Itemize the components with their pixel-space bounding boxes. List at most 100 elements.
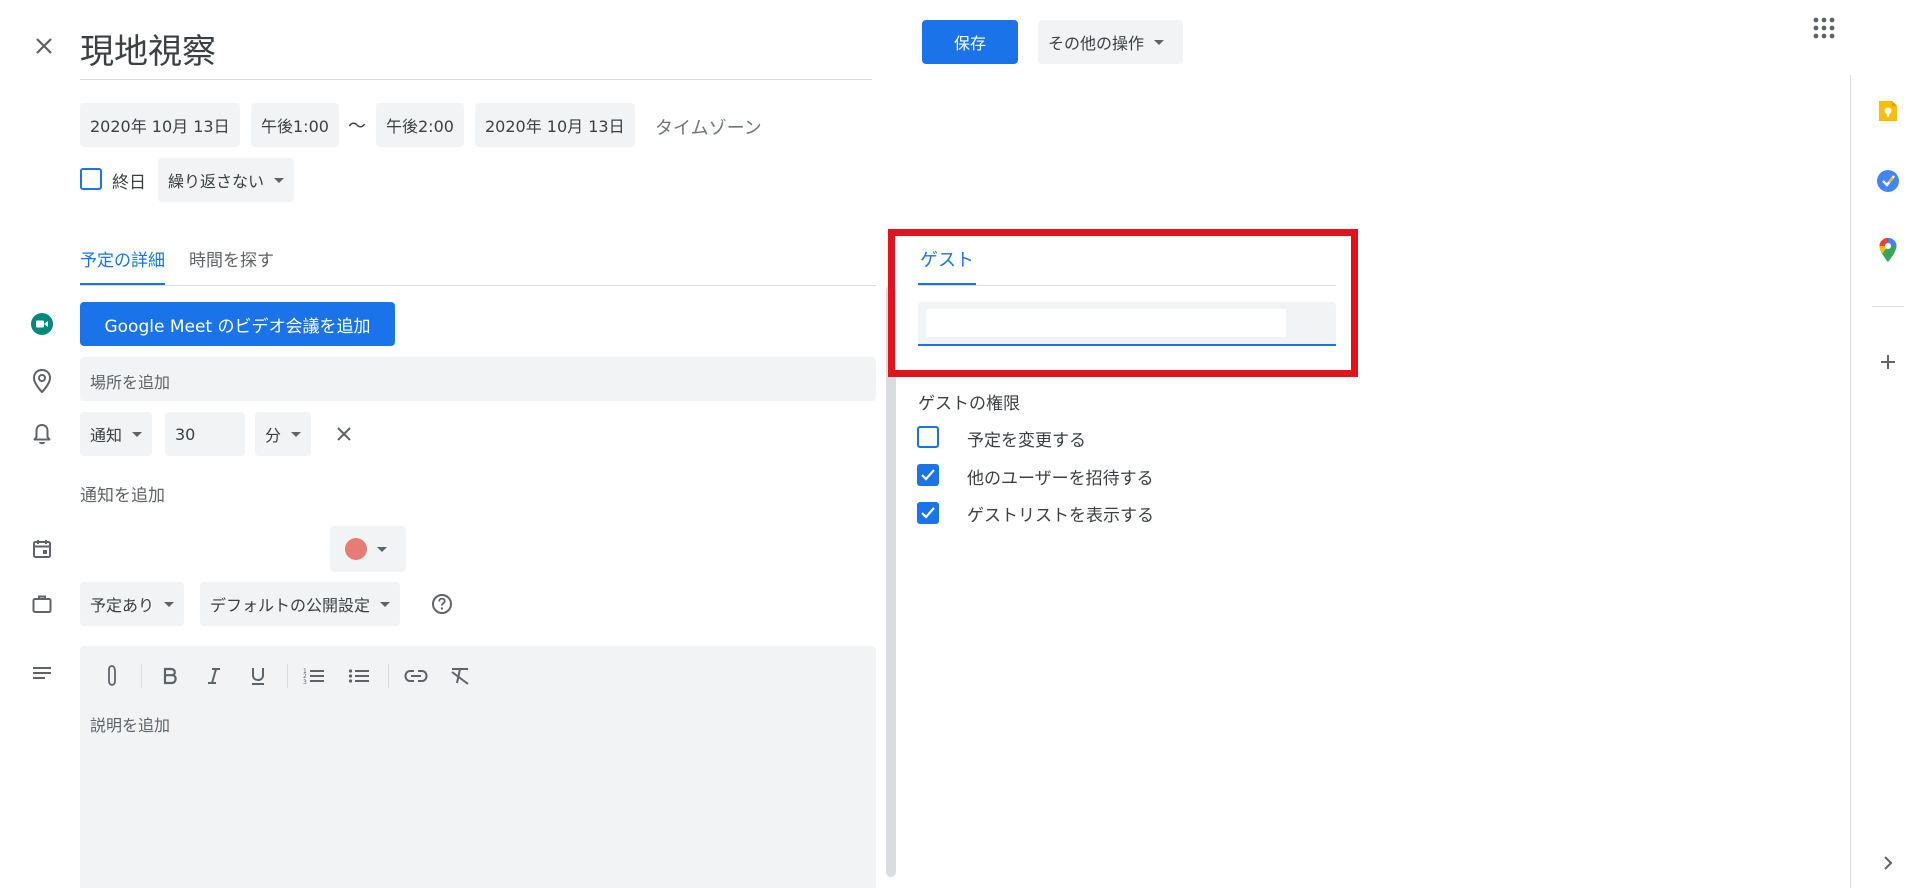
tab-guests[interactable]: ゲスト: [918, 246, 976, 286]
add-meet-label: Google Meet のビデオ会議を追加: [104, 316, 371, 337]
notification-type-label: 通知: [90, 426, 123, 445]
end-time-label: 午後2:00: [386, 117, 454, 136]
notification-unit-label: 分: [265, 426, 282, 445]
location-input[interactable]: 場所を追加: [80, 357, 876, 401]
bell-icon: [24, 416, 60, 452]
google-keep-icon: [1879, 101, 1897, 121]
close-button[interactable]: [24, 26, 64, 66]
notification-value: 30: [175, 424, 196, 444]
toolbar-separator: [388, 664, 389, 688]
check-icon: [921, 507, 935, 519]
chevron-down-icon: [291, 431, 302, 437]
event-color-swatch: [345, 538, 367, 560]
help-icon: [432, 594, 452, 614]
underline-icon: [252, 668, 264, 685]
tab-find-a-time[interactable]: 時間を探す: [189, 246, 274, 286]
event-title-input[interactable]: 現地視察: [80, 18, 872, 80]
notification-type-dropdown[interactable]: 通知: [80, 412, 153, 456]
attach-button[interactable]: [94, 658, 130, 694]
italic-button[interactable]: [196, 658, 232, 694]
google-maps-icon: [1879, 238, 1897, 262]
start-time-label: 午後1:00: [261, 117, 329, 136]
tab-guests-label: ゲスト: [920, 250, 974, 271]
start-date-button[interactable]: 2020年 10月 13日: [80, 103, 240, 147]
clear-formatting-icon: [451, 668, 469, 685]
numbered-list-icon: 123: [303, 668, 324, 685]
side-panel-divider: [1872, 306, 1904, 307]
guest-permissions-title: ゲストの権限: [918, 394, 1020, 414]
add-guests-text-area: [926, 309, 1286, 337]
timezone-link[interactable]: タイムゾーン: [655, 114, 762, 140]
numbered-list-button[interactable]: 123: [296, 658, 332, 694]
tab-event-details[interactable]: 予定の詳細: [80, 246, 165, 286]
end-time-button[interactable]: 午後2:00: [376, 103, 464, 147]
bold-button[interactable]: [152, 658, 188, 694]
permission-see-guest-list-label: ゲストリストを表示する: [967, 506, 1154, 526]
add-guests-input[interactable]: [918, 302, 1336, 346]
briefcase-icon: [24, 586, 60, 622]
end-date-label: 2020年 10月 13日: [485, 117, 625, 136]
close-icon: [337, 427, 351, 441]
permission-modify-event-label: 予定を変更する: [967, 431, 1086, 451]
notification-value-input[interactable]: 30: [165, 412, 245, 456]
event-color-dropdown[interactable]: [330, 526, 406, 572]
close-icon: [36, 38, 52, 54]
tabs-divider: [80, 285, 876, 286]
toolbar-separator: [141, 664, 142, 688]
italic-icon: [208, 668, 220, 684]
chevron-down-icon: [132, 431, 143, 437]
save-button-label: 保存: [953, 34, 986, 53]
bold-icon: [163, 667, 177, 685]
description-placeholder: 説明を追加: [90, 716, 171, 735]
link-button[interactable]: [398, 658, 434, 694]
bulleted-list-button[interactable]: [341, 658, 377, 694]
start-date-label: 2020年 10月 13日: [90, 117, 230, 136]
permission-modify-event-checkbox[interactable]: [917, 426, 939, 448]
description-icon: [24, 656, 60, 692]
apps-grid-icon: [1813, 17, 1835, 39]
chevron-down-icon: [164, 601, 175, 607]
permission-invite-others-label: 他のユーザーを招待する: [967, 469, 1154, 489]
permission-invite-others-checkbox[interactable]: [917, 464, 939, 486]
add-meet-button[interactable]: Google Meet のビデオ会議を追加: [80, 302, 395, 346]
chevron-down-icon: [1154, 39, 1165, 45]
underline-button[interactable]: [240, 658, 276, 694]
all-day-label: 終日: [112, 173, 146, 193]
expand-panel-button[interactable]: [1872, 847, 1904, 879]
more-actions-label: その他の操作: [1048, 34, 1145, 53]
google-tasks-icon: [1877, 170, 1899, 192]
google-tasks-button[interactable]: [1872, 165, 1904, 197]
chevron-down-icon: [274, 177, 285, 183]
more-actions-button[interactable]: その他の操作: [1038, 20, 1183, 64]
repeat-dropdown[interactable]: 繰り返さない: [158, 158, 295, 202]
end-date-button[interactable]: 2020年 10月 13日: [475, 103, 635, 147]
apps-button[interactable]: [1806, 10, 1842, 46]
help-button[interactable]: [428, 590, 456, 618]
save-button[interactable]: 保存: [922, 20, 1018, 64]
time-separator: 〜: [348, 116, 366, 137]
repeat-label: 繰り返さない: [168, 172, 265, 191]
visibility-dropdown[interactable]: デフォルトの公開設定: [200, 582, 401, 626]
location-pin-icon: [24, 363, 60, 399]
google-maps-button[interactable]: [1872, 234, 1904, 266]
toolbar-separator: [287, 664, 288, 688]
chevron-down-icon: [377, 546, 387, 552]
availability-label: 予定あり: [90, 596, 155, 615]
all-day-checkbox[interactable]: [80, 168, 102, 190]
google-meet-icon: [24, 306, 60, 342]
location-placeholder: 場所を追加: [90, 373, 171, 392]
chevron-right-icon: [1884, 856, 1893, 870]
plus-icon: [1881, 355, 1895, 369]
tab-find-a-time-label: 時間を探す: [189, 251, 274, 271]
guests-tab-divider: [918, 285, 1336, 286]
add-notification-link[interactable]: 通知を追加: [80, 481, 165, 506]
permission-see-guest-list-checkbox[interactable]: [917, 502, 939, 524]
google-keep-button[interactable]: [1872, 95, 1904, 127]
chevron-down-icon: [380, 601, 391, 607]
remove-notification-button[interactable]: [328, 418, 360, 450]
add-addon-button[interactable]: [1872, 346, 1904, 378]
notification-unit-dropdown[interactable]: 分: [255, 412, 312, 456]
start-time-button[interactable]: 午後1:00: [251, 103, 339, 147]
clear-formatting-button[interactable]: [442, 658, 478, 694]
availability-dropdown[interactable]: 予定あり: [80, 582, 185, 626]
